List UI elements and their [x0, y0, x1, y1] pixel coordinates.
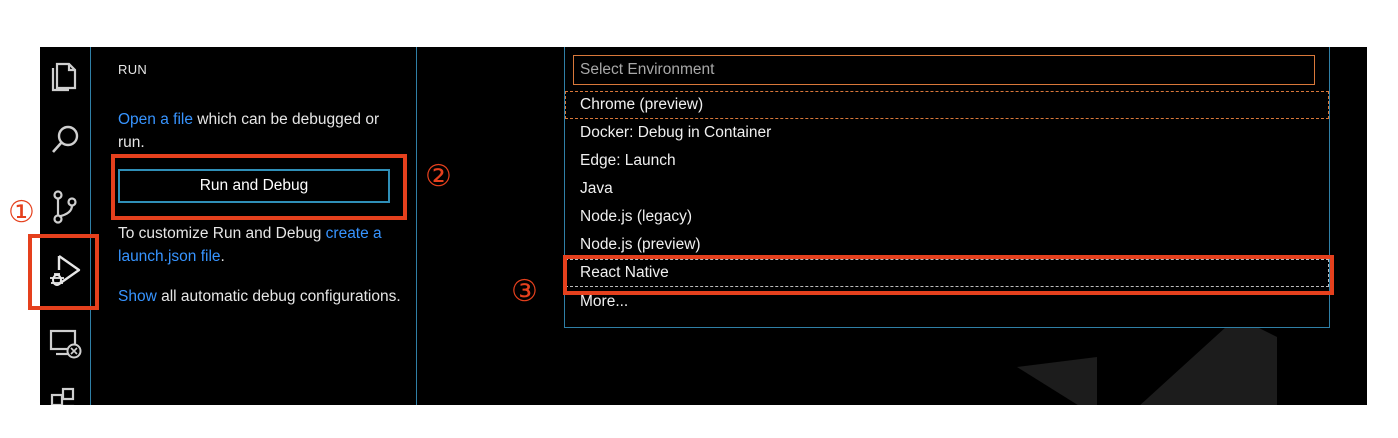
- step-marker-3: ③: [511, 274, 538, 309]
- environment-option-chrome-preview[interactable]: Chrome (preview): [565, 91, 1329, 119]
- show-configurations-text: all automatic debug configurations.: [156, 288, 401, 305]
- show-link[interactable]: Show: [118, 288, 157, 305]
- search-button[interactable]: [44, 119, 86, 161]
- environment-option-java[interactable]: Java: [565, 175, 1329, 203]
- run-side-panel: RUN Open a file which can be debugged or…: [91, 47, 417, 405]
- environment-option-nodejs-legacy[interactable]: Node.js (legacy): [565, 203, 1329, 231]
- activity-bar: [40, 47, 91, 405]
- extensions-icon: [50, 387, 75, 405]
- customize-paragraph: To customize Run and Debug create a laun…: [118, 222, 408, 268]
- editor-area: Chrome (preview) Docker: Debug in Contai…: [417, 47, 1367, 405]
- open-file-paragraph: Open a file which can be debugged or run…: [118, 108, 408, 154]
- open-file-link[interactable]: Open a file: [118, 111, 193, 128]
- vscode-window: RUN Open a file which can be debugged or…: [40, 47, 1367, 405]
- environment-option-edge-launch[interactable]: Edge: Launch: [565, 147, 1329, 175]
- highlight-run-button: [111, 154, 407, 220]
- step-marker-1: ①: [8, 195, 35, 230]
- customize-text: To customize Run and Debug: [118, 225, 326, 242]
- source-control-button[interactable]: [44, 186, 86, 228]
- remote-explorer-icon: [49, 329, 82, 359]
- select-environment-input[interactable]: [573, 55, 1315, 85]
- highlight-react-native-option: [563, 255, 1334, 295]
- remote-explorer-button[interactable]: [44, 323, 86, 365]
- show-configurations-paragraph: Show all automatic debug configurations.: [118, 285, 408, 308]
- highlight-run-debug-icon: [28, 234, 99, 310]
- source-control-icon: [53, 190, 77, 224]
- extensions-button[interactable]: [44, 379, 86, 405]
- customize-suffix: .: [220, 248, 225, 265]
- explorer-button[interactable]: [44, 55, 86, 97]
- step-marker-2: ②: [425, 159, 452, 194]
- search-icon: [52, 125, 79, 153]
- files-icon: [51, 62, 77, 92]
- environment-option-docker[interactable]: Docker: Debug in Container: [565, 119, 1329, 147]
- panel-title: RUN: [118, 62, 148, 77]
